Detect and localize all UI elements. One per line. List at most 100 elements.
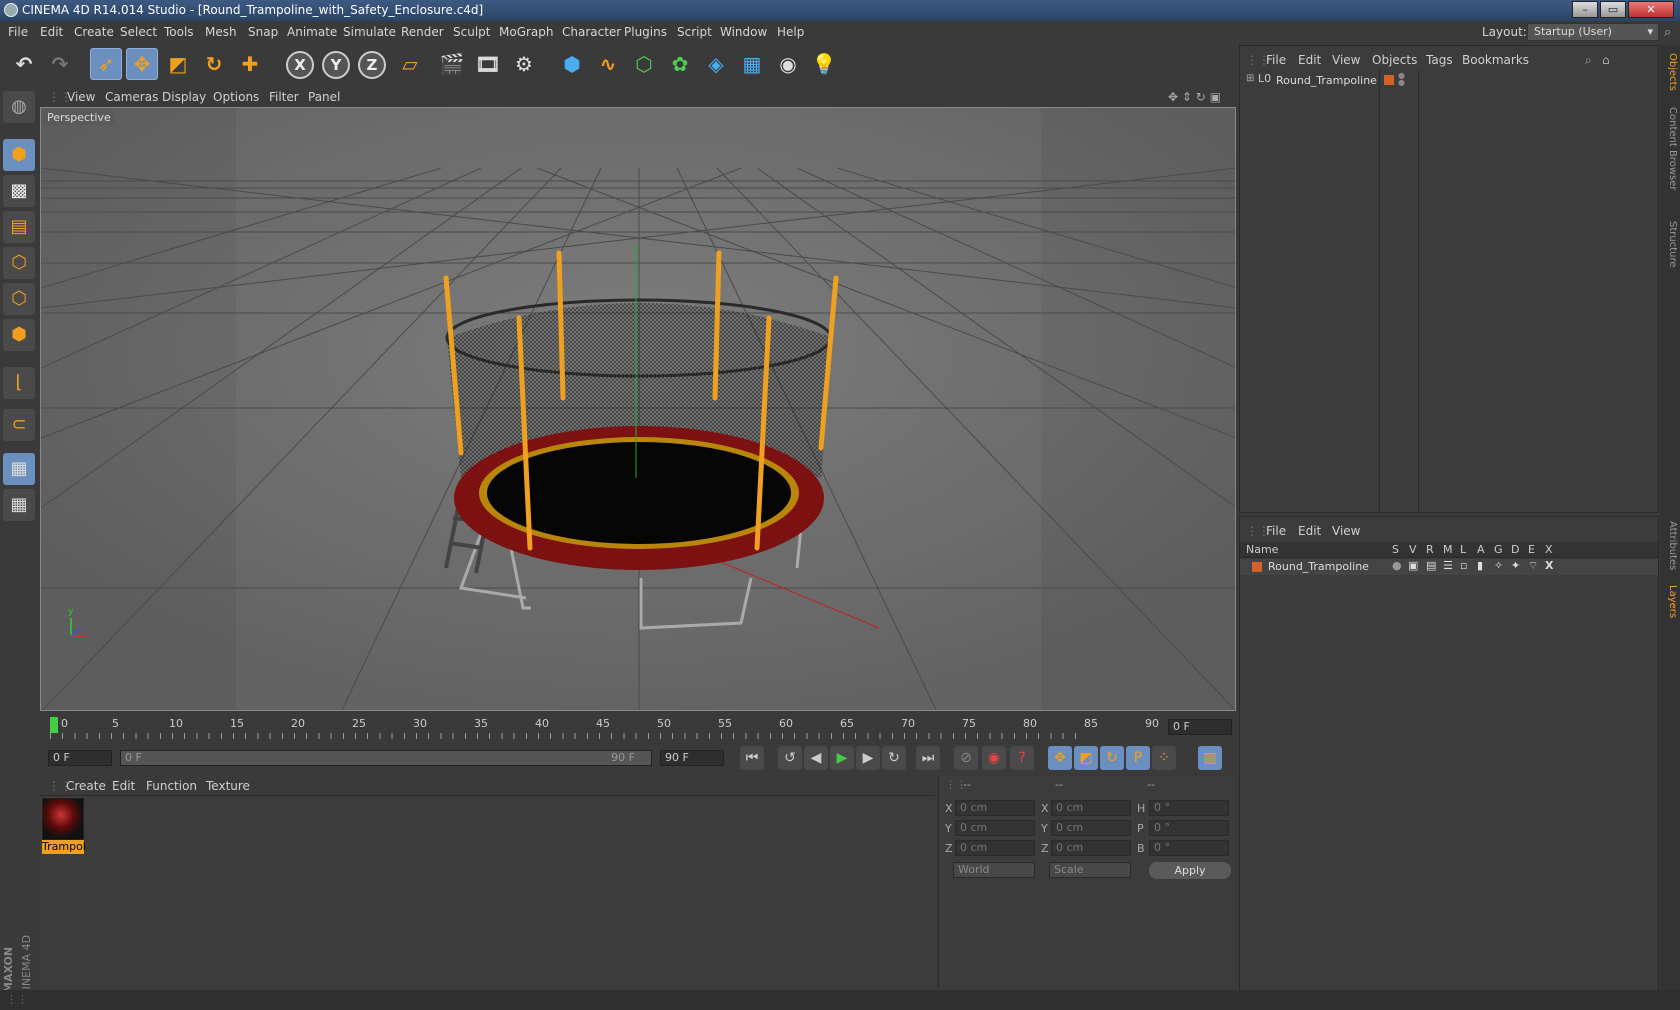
menu-help[interactable]: Help xyxy=(777,25,804,39)
search-icon[interactable]: ⌕ xyxy=(1585,53,1592,68)
spline-pen-icon[interactable]: ∿ xyxy=(592,48,624,80)
polygons-mode-icon[interactable]: ⬢ xyxy=(3,319,35,351)
start-frame-field[interactable]: 0 F xyxy=(48,750,112,766)
column-locked[interactable]: L xyxy=(1460,543,1466,556)
key-position-icon[interactable]: ✥ xyxy=(1048,746,1072,770)
column-animation[interactable]: A xyxy=(1477,543,1485,556)
coord-mode-select[interactable]: World xyxy=(953,862,1035,878)
xref-toggle-icon[interactable]: X xyxy=(1545,559,1553,572)
viewport-menu-filter[interactable]: Filter xyxy=(269,90,299,104)
column-manager[interactable]: M xyxy=(1443,543,1453,556)
rotation-h-field[interactable]: 0 ° xyxy=(1149,800,1229,816)
viewport-menu-cameras[interactable]: Cameras xyxy=(105,90,158,104)
model-mode-icon[interactable]: ⬢ xyxy=(3,139,35,171)
layer-row[interactable]: Round_Trampoline ● ▣ ▤ ☰ ▫ ▮ ✧ ✦ ⌔ X xyxy=(1240,559,1658,575)
timeline-scheme-icon[interactable]: ▥ xyxy=(1198,746,1222,770)
planar-workplane-icon[interactable]: ▦ xyxy=(3,489,35,521)
object-menu-tags[interactable]: Tags xyxy=(1426,53,1453,67)
key-parameter-icon[interactable]: P xyxy=(1126,746,1150,770)
rotation-b-field[interactable]: 0 ° xyxy=(1149,840,1229,856)
menu-edit[interactable]: Edit xyxy=(40,25,63,39)
cloner-icon[interactable]: ✿ xyxy=(664,48,696,80)
scale-tool-icon[interactable]: ◩ xyxy=(162,48,194,80)
axis-y-button[interactable]: Y xyxy=(322,51,350,79)
light-icon[interactable]: 💡 xyxy=(808,48,840,80)
viewport-menu-panel[interactable]: Panel xyxy=(308,90,340,104)
material-menu-function[interactable]: Function xyxy=(146,779,197,793)
expression-toggle-icon[interactable]: ⌔ xyxy=(1528,559,1538,573)
material-menu-edit[interactable]: Edit xyxy=(112,779,135,793)
render-settings-icon[interactable]: ⚙ xyxy=(508,48,540,80)
generator-toggle-icon[interactable]: ✧ xyxy=(1494,559,1503,572)
menu-animate[interactable]: Animate xyxy=(287,25,337,39)
animation-toggle-icon[interactable]: ▮ xyxy=(1477,559,1483,572)
layout-select[interactable]: Startup (User) ▾ xyxy=(1527,23,1659,41)
menu-mesh[interactable]: Mesh xyxy=(205,25,237,39)
column-expressions[interactable]: E xyxy=(1528,543,1535,556)
viewport-perspective[interactable]: y Perspective xyxy=(40,107,1236,711)
frame-range-slider[interactable]: 0 F 90 F xyxy=(120,750,652,766)
object-menu-view[interactable]: View xyxy=(1332,53,1360,67)
viewport-menu-display[interactable]: Display xyxy=(162,90,206,104)
lock-icon[interactable]: ▫ xyxy=(1460,559,1467,572)
column-render[interactable]: R xyxy=(1426,543,1434,556)
viewport-nav-icons[interactable]: ✥ ⇕ ↻ ▣ xyxy=(1168,90,1221,104)
object-menu-objects[interactable]: Objects xyxy=(1372,53,1417,67)
object-menu-file[interactable]: File xyxy=(1266,53,1286,67)
column-deformers[interactable]: D xyxy=(1511,543,1519,556)
manager-toggle-icon[interactable]: ☰ xyxy=(1443,559,1453,572)
end-frame-field[interactable]: 90 F xyxy=(660,750,724,766)
maximize-button[interactable]: ▭ xyxy=(1600,1,1626,18)
workplane-mode-icon[interactable]: ▤ xyxy=(3,211,35,243)
menu-simulate[interactable]: Simulate xyxy=(343,25,396,39)
viewport-menu-view[interactable]: View xyxy=(67,90,95,104)
menu-window[interactable]: Window xyxy=(720,25,767,39)
object-row[interactable]: ⊞ L0 Round_Trampoline ● ● xyxy=(1244,72,1654,90)
viewport-menu-options[interactable]: Options xyxy=(213,90,259,104)
autokey-icon[interactable]: ◉ xyxy=(982,746,1006,770)
key-scale-icon[interactable]: ◩ xyxy=(1074,746,1098,770)
column-view[interactable]: V xyxy=(1409,543,1417,556)
object-menu-edit[interactable]: Edit xyxy=(1298,53,1321,67)
axis-z-button[interactable]: Z xyxy=(358,51,386,79)
goto-start-icon[interactable]: ⏮ xyxy=(740,746,764,770)
close-button[interactable]: ✕ xyxy=(1628,1,1674,18)
make-editable-icon[interactable]: ◍ xyxy=(3,91,35,123)
layer-menu-file[interactable]: File xyxy=(1266,524,1286,538)
minimize-button[interactable]: – xyxy=(1572,1,1598,18)
layer-color-swatch[interactable] xyxy=(1384,75,1394,85)
layer-menu-edit[interactable]: Edit xyxy=(1298,524,1321,538)
menu-create[interactable]: Create xyxy=(74,25,114,39)
expand-icon[interactable]: ⊞ xyxy=(1246,73,1254,84)
menu-render[interactable]: Render xyxy=(401,25,444,39)
record-keys-icon[interactable]: ⊘ xyxy=(954,746,978,770)
material-swatch[interactable]: Trampol xyxy=(42,798,86,856)
layer-menu-view[interactable]: View xyxy=(1332,524,1360,538)
floor-scene-icon[interactable]: ▦ xyxy=(736,48,768,80)
column-generators[interactable]: G xyxy=(1494,543,1503,556)
material-menu-texture[interactable]: Texture xyxy=(206,779,250,793)
eye-icon[interactable]: ▣ xyxy=(1408,559,1418,572)
coord-type-select[interactable]: Scale xyxy=(1049,862,1131,878)
object-menu-bookmarks[interactable]: Bookmarks xyxy=(1462,53,1529,67)
rotate-tool-icon[interactable]: ↻ xyxy=(198,48,230,80)
menu-plugins[interactable]: Plugins xyxy=(624,25,667,39)
position-y-field[interactable]: 0 cm xyxy=(955,820,1035,836)
menu-sculpt[interactable]: Sculpt xyxy=(453,25,490,39)
tab-layers[interactable]: Layers xyxy=(1662,585,1678,635)
render-toggle-icon[interactable]: ▤ xyxy=(1426,559,1436,572)
menu-script[interactable]: Script xyxy=(677,25,712,39)
coordinate-system-icon[interactable]: ▱ xyxy=(394,48,426,80)
current-frame-field[interactable]: 0 F xyxy=(1168,719,1232,735)
axis-x-button[interactable]: X xyxy=(286,51,314,79)
subdivision-nurbs-icon[interactable]: ⬡ xyxy=(628,48,660,80)
prev-key-icon[interactable]: ↺ xyxy=(778,746,802,770)
cube-object-icon[interactable]: ⬢ xyxy=(556,48,588,80)
axis-mode-icon[interactable]: ⌊ xyxy=(3,367,35,399)
edges-mode-icon[interactable]: ⬡ xyxy=(3,283,35,315)
playhead-marker[interactable] xyxy=(50,717,58,733)
menu-select[interactable]: Select xyxy=(120,25,157,39)
rotation-p-field[interactable]: 0 ° xyxy=(1149,820,1229,836)
prev-frame-icon[interactable]: ◀ xyxy=(804,746,828,770)
tab-objects[interactable]: Objects xyxy=(1662,53,1678,103)
